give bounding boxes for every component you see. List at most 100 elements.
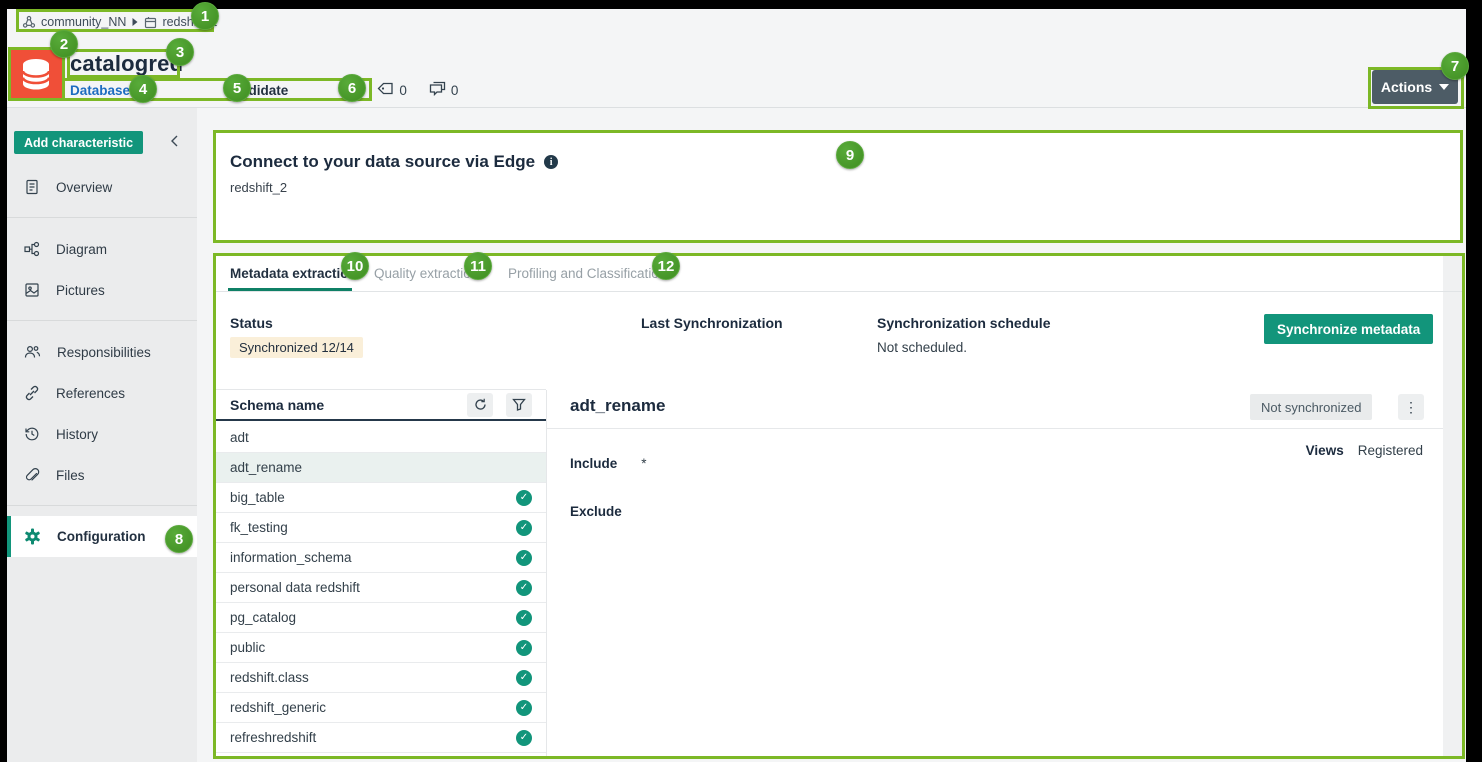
- actions-button-label: Actions: [1381, 79, 1432, 95]
- sidebar-item-files[interactable]: Files: [7, 460, 197, 490]
- schema-name: adt: [230, 430, 516, 445]
- annotation-badge-4: 4: [129, 75, 157, 103]
- detail-divider: [547, 428, 1443, 429]
- schema-name: refreshredshift: [230, 730, 516, 745]
- breadcrumb-separator-icon: [131, 17, 139, 27]
- views-registered-row: Views Registered: [1240, 443, 1423, 458]
- schema-name: pg_catalog: [230, 610, 516, 625]
- sidebar-divider: [7, 505, 197, 506]
- exclude-label: Exclude: [570, 504, 622, 519]
- annotation-badge-10: 10: [341, 252, 369, 280]
- comment-count: 0: [451, 83, 459, 98]
- schema-name: information_schema: [230, 550, 516, 565]
- synced-check-icon: ✓: [516, 640, 532, 656]
- synchronize-metadata-button[interactable]: Synchronize metadata: [1264, 314, 1433, 344]
- schema-name: redshift.class: [230, 670, 516, 685]
- synced-check-icon: ✓: [516, 700, 532, 716]
- annotation-badge-9: 9: [836, 141, 864, 169]
- sidebar: Add characteristic Overview Diagram Pict…: [7, 108, 197, 762]
- include-value: *: [641, 456, 646, 471]
- refresh-button[interactable]: [467, 393, 493, 417]
- breadcrumb: community_NN redshift_2: [22, 13, 217, 31]
- community-icon: [22, 15, 36, 29]
- collapse-sidebar-icon[interactable]: [169, 133, 180, 154]
- schema-row[interactable]: personal data redshift ✓: [213, 573, 546, 603]
- schedule-label: Synchronization schedule: [877, 315, 1050, 331]
- sidebar-divider: [7, 320, 197, 321]
- sync-status-badge: Synchronized 12/14: [230, 337, 363, 358]
- synced-check-icon: ✓: [516, 550, 532, 566]
- schema-row[interactable]: refreshredshift ✓: [213, 723, 546, 753]
- redshift-database-icon: [10, 49, 62, 101]
- edge-card-title-row: Connect to your data source via Edge i: [230, 152, 558, 172]
- tag-count: 0: [399, 83, 407, 98]
- sidebar-item-overview[interactable]: Overview: [7, 172, 197, 202]
- schema-panel-divider: [546, 390, 547, 757]
- sidebar-item-diagram[interactable]: Diagram: [7, 234, 197, 264]
- schema-row[interactable]: redshift.class ✓: [213, 663, 546, 693]
- schema-row[interactable]: adt_rename ✓: [213, 453, 546, 483]
- breadcrumb-community[interactable]: community_NN: [41, 15, 126, 29]
- schema-name: redshift_generic: [230, 700, 516, 715]
- annotation-badge-5: 5: [223, 74, 251, 102]
- asset-type-link[interactable]: Database: [70, 83, 130, 98]
- synced-check-icon: ✓: [516, 730, 532, 746]
- tab-profiling-classification[interactable]: Profiling and Classification: [508, 266, 666, 291]
- sidebar-item-label: Diagram: [56, 242, 107, 257]
- gear-icon: [24, 528, 41, 545]
- sidebar-item-references[interactable]: References: [7, 378, 197, 408]
- synced-check-icon: ✓: [516, 490, 532, 506]
- add-characteristic-button[interactable]: Add characteristic: [14, 131, 143, 154]
- history-clock-icon: [24, 426, 40, 442]
- schema-row[interactable]: pg_catalog ✓: [213, 603, 546, 633]
- edge-card-title: Connect to your data source via Edge: [230, 152, 535, 172]
- kebab-menu-button[interactable]: ⋮: [1398, 394, 1424, 420]
- annotation-badge-7: 7: [1441, 52, 1469, 80]
- schema-name: adt_rename: [230, 460, 516, 475]
- synced-check-icon: ✓: [516, 670, 532, 686]
- refresh-icon: [474, 398, 487, 411]
- annotation-badge-6: 6: [338, 74, 366, 102]
- synced-check-icon: ✓: [516, 580, 532, 596]
- include-row: Include *: [570, 456, 647, 471]
- picture-icon: [24, 282, 40, 298]
- schema-row[interactable]: public ✓: [213, 633, 546, 663]
- annotation-badge-12: 12: [652, 252, 680, 280]
- schema-row[interactable]: adt ✓: [213, 423, 546, 453]
- annotation-badge-8: 8: [165, 525, 193, 553]
- not-synchronized-badge: Not synchronized: [1250, 394, 1372, 420]
- sidebar-item-label: References: [56, 386, 125, 401]
- sidebar-item-history[interactable]: History: [7, 419, 197, 449]
- sidebar-item-label: Configuration: [57, 529, 145, 544]
- tag-count-group[interactable]: 0: [377, 82, 407, 98]
- annotation-badge-11: 11: [464, 252, 492, 280]
- schema-row[interactable]: big_table ✓: [213, 483, 546, 513]
- schema-row[interactable]: information_schema ✓: [213, 543, 546, 573]
- scroll-gutter: [1443, 255, 1462, 756]
- paperclip-icon: [24, 467, 40, 483]
- schema-name: fk_testing: [230, 520, 516, 535]
- filter-funnel-icon: [512, 398, 526, 411]
- last-sync-label: Last Synchronization: [641, 315, 783, 331]
- schema-name: public: [230, 640, 516, 655]
- synced-check-icon: ✓: [516, 610, 532, 626]
- comment-count-group[interactable]: 0: [429, 81, 459, 99]
- schema-row[interactable]: fk_testing ✓: [213, 513, 546, 543]
- schema-name: personal data redshift: [230, 580, 516, 595]
- info-icon[interactable]: i: [544, 155, 558, 169]
- annotation-badge-1: 1: [191, 2, 219, 30]
- document-icon: [24, 179, 40, 195]
- tab-quality-extraction[interactable]: Quality extraction: [374, 266, 478, 291]
- schedule-value: Not scheduled.: [877, 340, 967, 355]
- annotation-badge-2: 2: [50, 30, 78, 58]
- link-icon: [24, 385, 40, 401]
- header-divider: [7, 107, 1466, 108]
- filter-button[interactable]: [506, 393, 532, 417]
- sidebar-item-responsibilities[interactable]: Responsibilities: [7, 337, 197, 367]
- status-section-label: Status: [230, 315, 273, 331]
- schema-row[interactable]: redshift_generic ✓: [213, 693, 546, 723]
- sidebar-item-label: Files: [56, 468, 85, 483]
- sidebar-item-pictures[interactable]: Pictures: [7, 275, 197, 305]
- sidebar-item-label: Pictures: [56, 283, 105, 298]
- sidebar-item-label: Responsibilities: [57, 345, 151, 360]
